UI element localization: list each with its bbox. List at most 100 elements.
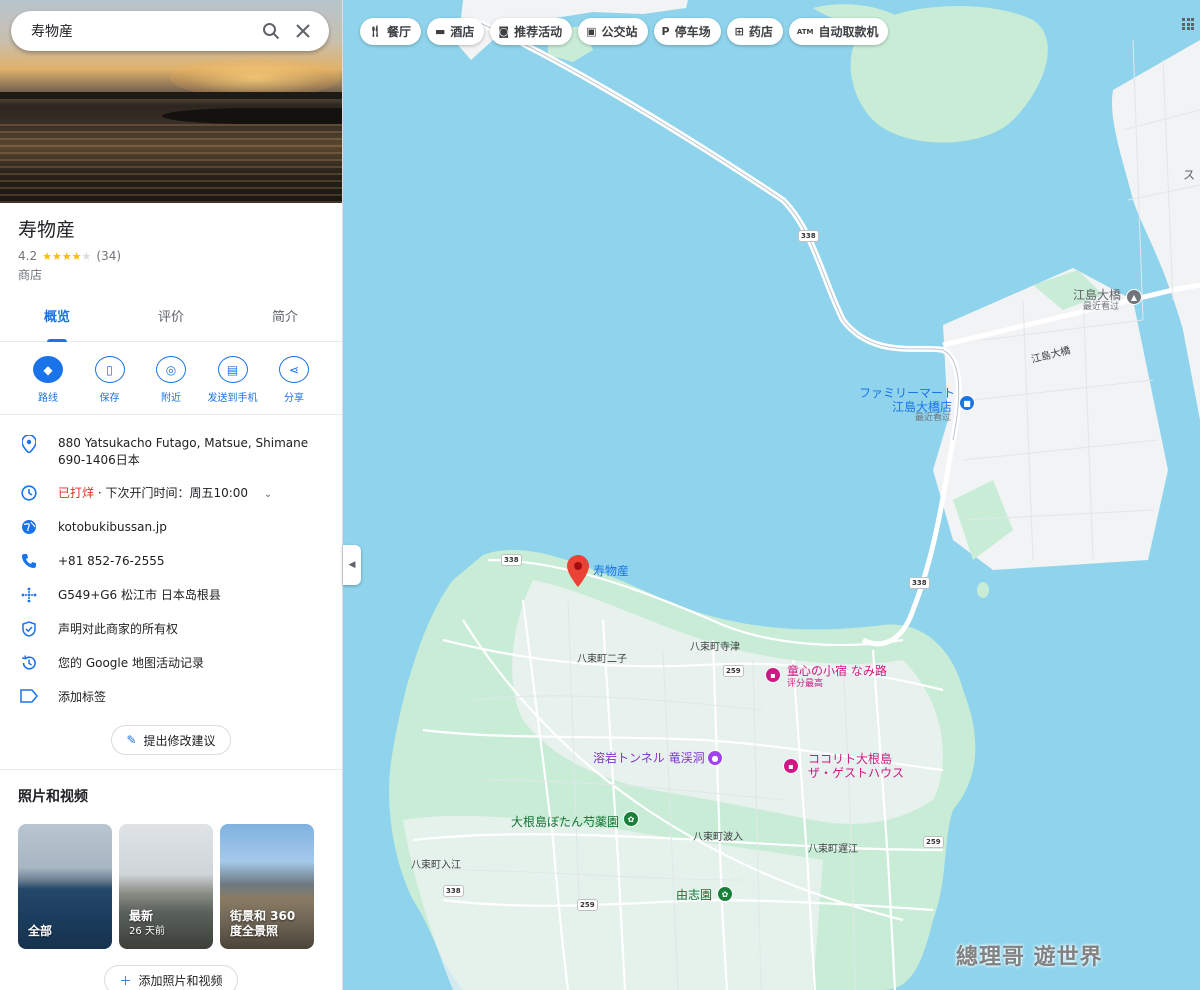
send-to-phone-icon: ▤: [217, 356, 248, 383]
website-text: kotobukibussan.jp: [58, 520, 167, 534]
chip-restaurants[interactable]: 🍴︎ 餐厅: [360, 18, 421, 45]
place-category[interactable]: 商店: [18, 266, 324, 283]
review-count[interactable]: (34): [96, 249, 121, 263]
globe-icon: [18, 519, 40, 535]
history-icon: [18, 655, 40, 671]
photo-street-view[interactable]: 街景和 360 度全景照: [220, 824, 314, 949]
route-shield-259: 259: [577, 899, 598, 911]
nearby-icon: ◎: [156, 356, 186, 383]
place-title: 寿物産: [18, 219, 76, 241]
save-button[interactable]: ▯ 保存: [80, 356, 140, 404]
photo-caption: 街景和 360 度全景照: [230, 909, 296, 938]
phone-row[interactable]: +81 852-76-2555: [0, 545, 342, 579]
add-label-row[interactable]: 添加标签: [0, 681, 342, 715]
attraction-icon[interactable]: ●: [707, 750, 723, 766]
add-photo-button[interactable]: ＋ 添加照片和视频: [104, 965, 238, 990]
place-details-panel: 寿物産 寿物産 4.2 ★★★★★ (34) 商店 概览 评价 简介 ◆ 路线 …: [0, 0, 343, 990]
send-to-phone-button[interactable]: ▤ 发送到手机: [203, 356, 263, 404]
map-label-yushien[interactable]: 由志園: [676, 888, 712, 903]
tab-about[interactable]: 简介: [228, 301, 342, 341]
store-icon[interactable]: ■: [959, 395, 975, 411]
photo-all[interactable]: 全部: [18, 824, 112, 949]
pin-label[interactable]: 寿物産: [593, 564, 629, 579]
chip-hotels[interactable]: ▬ 酒店: [426, 18, 485, 45]
map-label-recent-visit: 最近看过: [1083, 302, 1120, 312]
route-shield-338: 338: [501, 554, 522, 566]
tab-overview[interactable]: 概览: [0, 301, 114, 342]
chip-pharmacy[interactable]: ⊞ 药店: [726, 18, 783, 45]
claim-business-text: 声明对此商家的所有权: [58, 622, 179, 636]
photos-heading: 照片和视频: [18, 789, 88, 805]
map-label-futago: 八束町二子: [577, 654, 627, 665]
collapse-panel-button[interactable]: ◀: [343, 545, 361, 585]
bookmark-icon: ▯: [94, 356, 125, 383]
tab-reviews[interactable]: 评价: [114, 301, 228, 341]
directions-button[interactable]: ◆ 路线: [18, 356, 78, 404]
map-label-kokoriti[interactable]: ココリト大根島: [808, 752, 892, 767]
claim-business-row[interactable]: 声明对此商家的所有权: [0, 613, 342, 647]
rating-row[interactable]: 4.2 ★★★★★ (34): [18, 249, 324, 263]
bus-icon: ▣: [586, 25, 597, 38]
location-pin-icon[interactable]: [567, 555, 589, 587]
close-icon[interactable]: [287, 15, 319, 47]
search-input[interactable]: 寿物産: [31, 21, 255, 41]
chip-label: 推荐活动: [514, 25, 563, 39]
action-label: 分享: [284, 393, 304, 404]
map-label-inn[interactable]: 童心の小宿 なみ路: [787, 664, 887, 679]
chevron-down-icon[interactable]: ⌄: [264, 489, 272, 500]
phone-icon: [18, 553, 40, 569]
map-label-terazu: 八束町寺津: [690, 642, 740, 653]
plus-icon: ＋: [119, 973, 132, 988]
shield-check-icon: [18, 621, 40, 637]
activity-text: 您的 Google 地图活动记录: [58, 656, 204, 670]
map-label-familymart-sub: 最近看过: [915, 413, 952, 423]
search-icon[interactable]: [255, 15, 287, 47]
activity-row[interactable]: 您的 Google 地图活动记录: [0, 647, 342, 681]
map-label-guesthouse[interactable]: ザ・ゲストハウス: [808, 766, 904, 781]
rating-value: 4.2: [18, 249, 38, 263]
route-shield-259: 259: [723, 665, 744, 677]
chip-label: 公交站: [601, 25, 638, 39]
chip-label: 餐厅: [386, 25, 411, 39]
chip-label: 酒店: [450, 25, 475, 39]
chip-parking[interactable]: P 停车场: [653, 18, 721, 45]
plus-code-row[interactable]: G549+G6 松江市 日本岛根县: [0, 579, 342, 613]
garden-icon[interactable]: ✿: [717, 886, 733, 902]
photo-gallery: 全部 最新 26 天前 街景和 360 度全景照: [0, 824, 342, 949]
share-button[interactable]: ⋖ 分享: [264, 356, 324, 404]
map-label-tunnel[interactable]: 溶岩トンネル 竜渓洞: [593, 751, 705, 766]
landmark-icon[interactable]: ▲: [1126, 289, 1142, 305]
map-label-botan-garden[interactable]: 大根島ぼたん芍薬園: [511, 815, 619, 830]
map-label-inn-sub: 评分最高: [787, 679, 824, 689]
chip-label: 停车场: [674, 25, 711, 39]
atm-icon: ATM: [796, 27, 814, 36]
nearby-button[interactable]: ◎ 附近: [141, 356, 201, 404]
guesthouse-icon[interactable]: ▪: [783, 758, 799, 774]
route-shield-338: 338: [443, 885, 464, 897]
suggest-edit-button[interactable]: ✎ 提出修改建议: [111, 725, 231, 755]
apps-grid-icon[interactable]: [1182, 18, 1194, 30]
chip-things-to-do[interactable]: ◙ 推荐活动: [490, 18, 573, 45]
map-label-ebie: 八束町遅江: [808, 844, 858, 855]
photo-latest[interactable]: 最新 26 天前: [119, 824, 213, 949]
hours-row[interactable]: 已打烊 · 下次开门时间：周五10:00 ⌄: [0, 477, 342, 511]
chip-transit[interactable]: ▣ 公交站: [578, 18, 648, 45]
directions-icon: ◆: [33, 356, 63, 383]
garden-icon[interactable]: ✿: [623, 811, 639, 827]
watermark: 總理哥 遊世界: [956, 938, 1103, 972]
hotel-icon: ▬: [434, 25, 446, 38]
action-label: 发送到手机: [207, 393, 258, 404]
clock-icon: [18, 485, 40, 501]
lodging-icon[interactable]: ▪: [765, 667, 781, 683]
pencil-icon: ✎: [126, 733, 137, 747]
map-label-familymart[interactable]: ファミリーマート: [859, 386, 955, 401]
search-box: 寿物産: [11, 11, 329, 51]
plus-code-text: G549+G6 松江市 日本岛根县: [58, 588, 221, 602]
address-row[interactable]: 880 Yatsukacho Futago, Matsue, Shimane 6…: [0, 427, 342, 477]
map-label-eshima-bridge[interactable]: 江島大橋: [1073, 288, 1121, 303]
share-icon: ⋖: [279, 356, 309, 383]
website-row[interactable]: kotobukibussan.jp: [0, 511, 342, 545]
chip-atm[interactable]: ATM 自动取款机: [788, 18, 889, 45]
map-label-irie: 八束町入江: [411, 860, 461, 871]
map-canvas[interactable]: 寿物産 江島大橋 最近看过 ▲ 江島大橋 ファミリーマート 江島大橋店 最近看过…: [343, 0, 1200, 990]
